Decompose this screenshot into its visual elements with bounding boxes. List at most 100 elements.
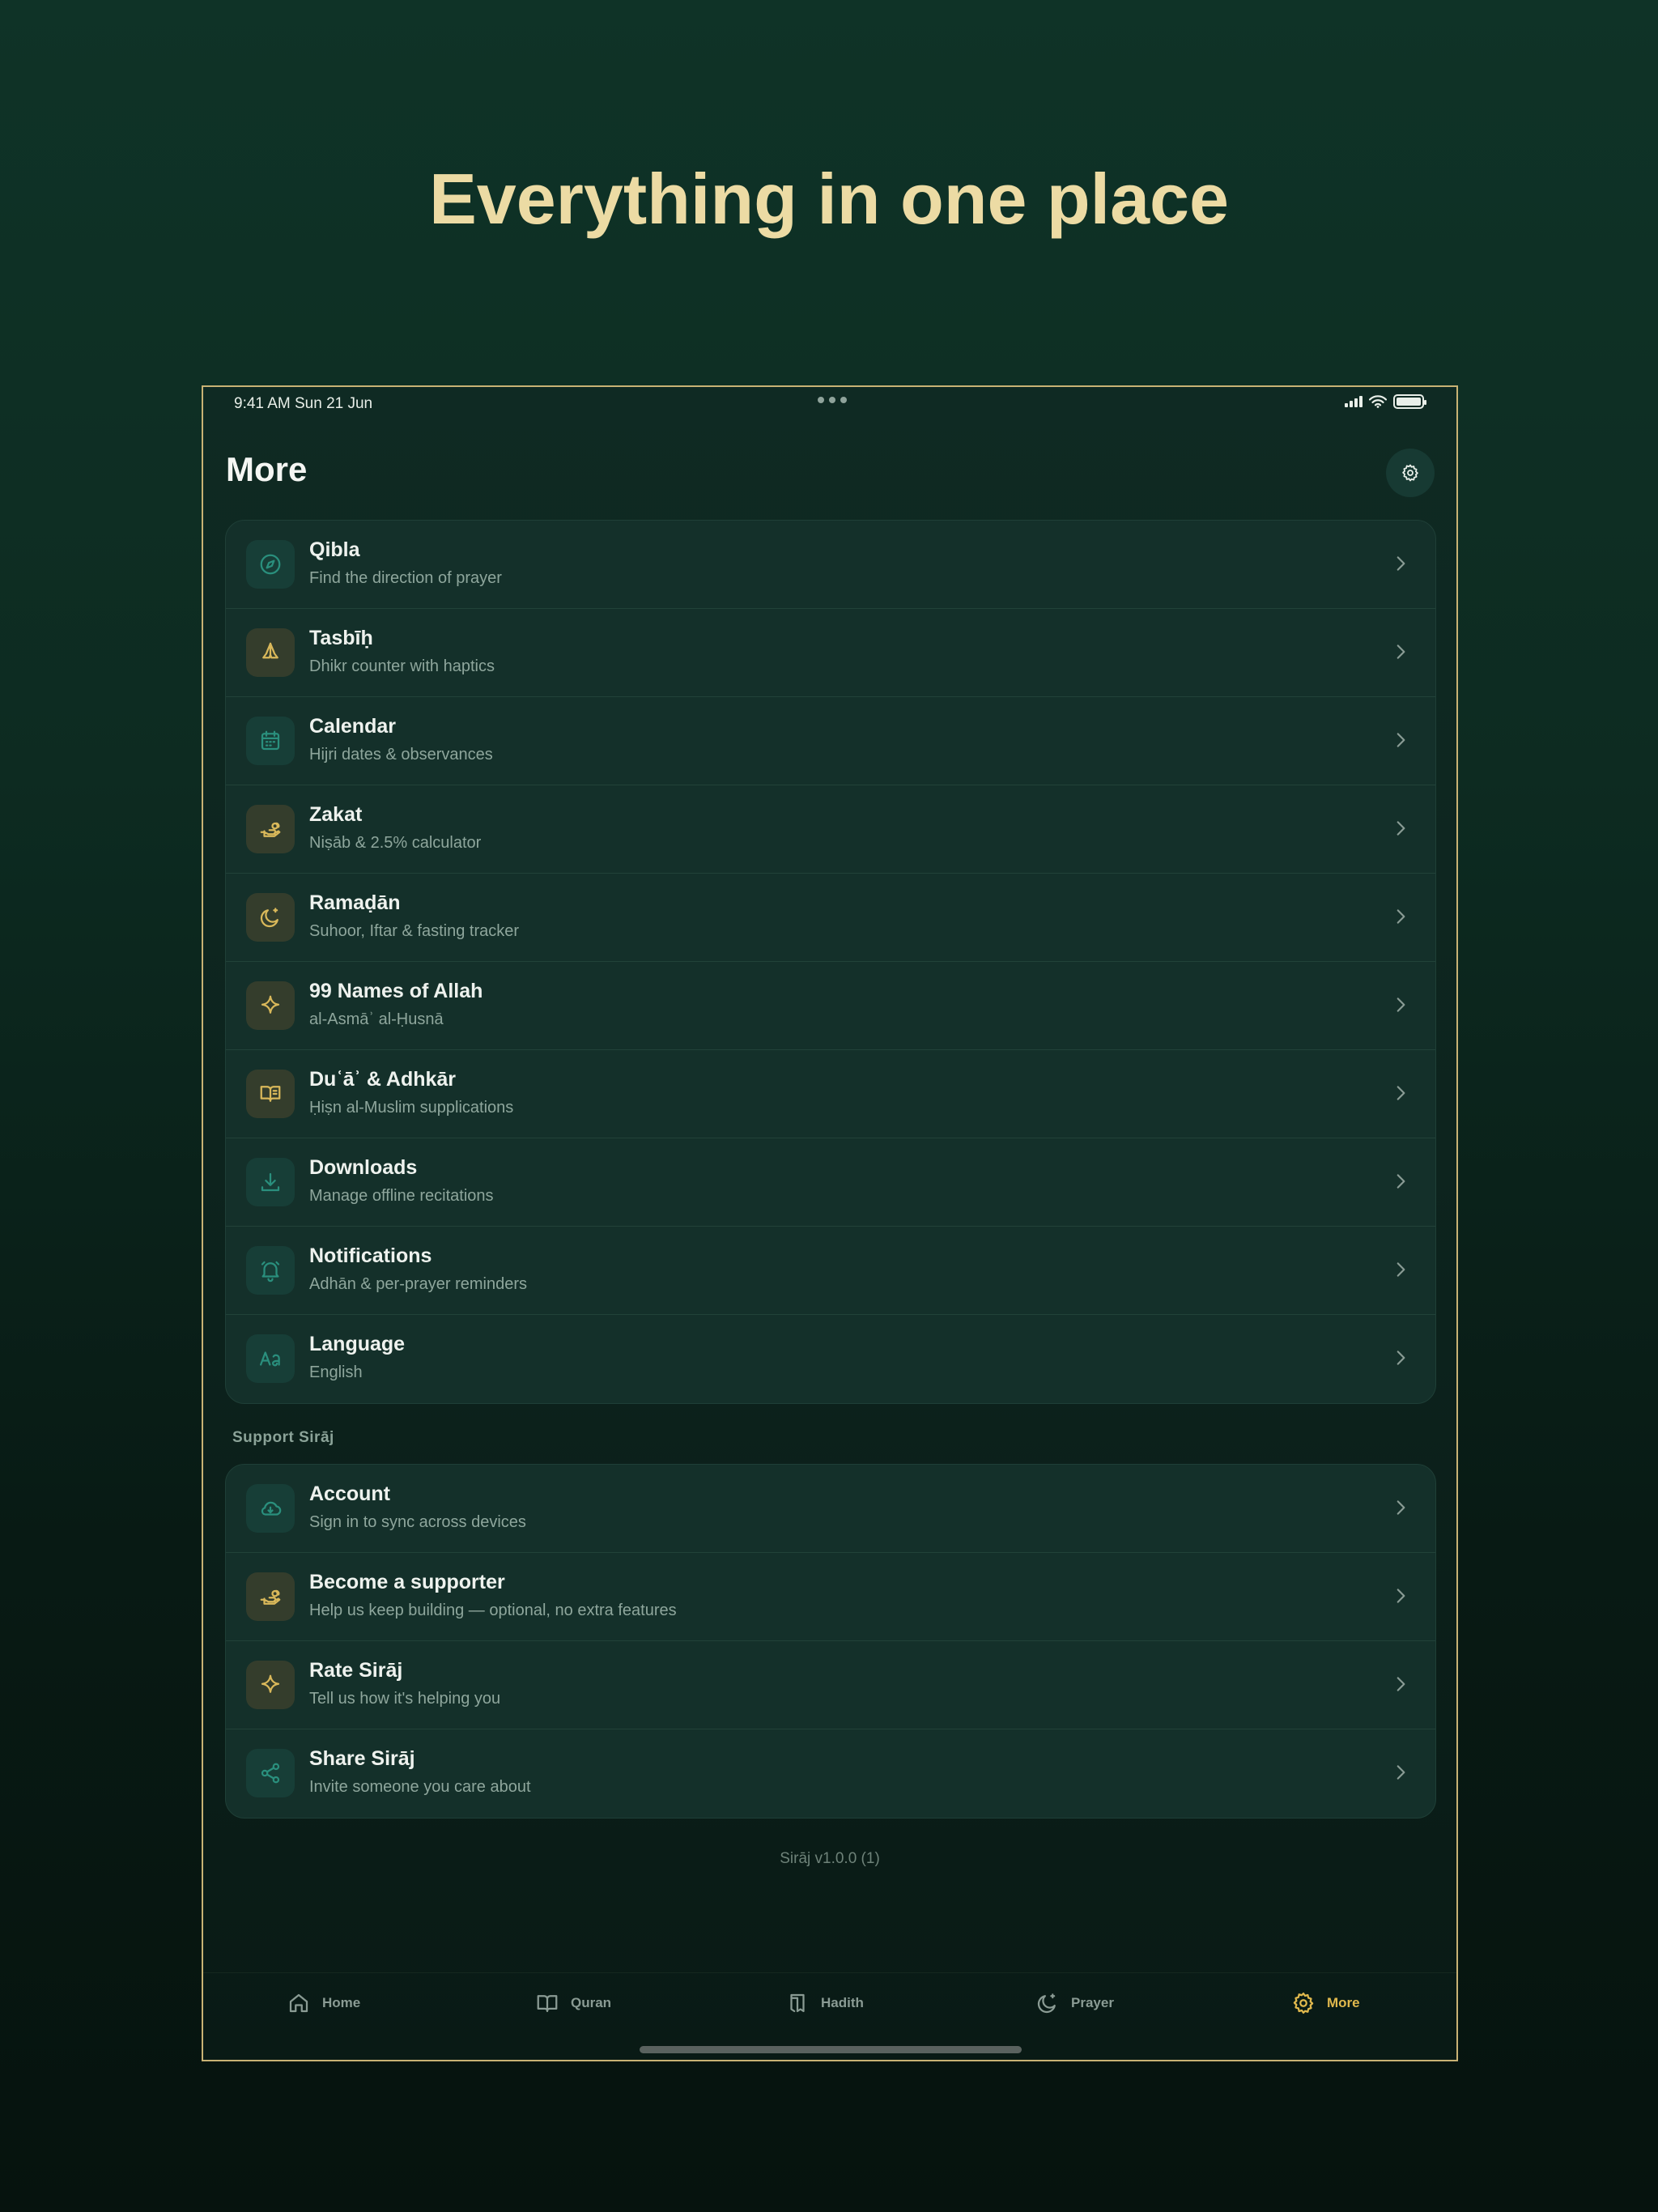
list-item-share[interactable]: Share Sirāj Invite someone you care abou…: [226, 1729, 1435, 1818]
cloud-icon: [261, 1501, 282, 1516]
list-item-99-names[interactable]: 99 Names of Allah al-Asmāʾ al-Ḥusnā: [226, 962, 1435, 1050]
share-icon: [261, 1763, 280, 1784]
list-item-language[interactable]: Language English: [226, 1315, 1435, 1403]
list-item-dua-adhkar[interactable]: Duʿāʾ & Adhkār Ḥiṣn al-Muslim supplicati…: [226, 1050, 1435, 1138]
chevron-right-icon: [1390, 553, 1411, 574]
download-icon: [261, 1172, 280, 1192]
home-icon: [289, 1993, 308, 2013]
tab-label: Prayer: [1071, 1995, 1114, 2010]
list-item-subtitle: Suhoor, Iftar & fasting tracker: [309, 922, 520, 940]
marketing-headline: Everything in one place: [429, 159, 1229, 239]
list-item-subtitle: Sign in to sync across devices: [309, 1513, 526, 1531]
list-item-title: Duʿāʾ & Adhkār: [309, 1068, 457, 1091]
chevron-right-icon: [1390, 994, 1411, 1015]
tab-label: Quran: [571, 1995, 612, 2010]
gear-icon: [1402, 464, 1418, 482]
list-item-subtitle: English: [309, 1363, 363, 1381]
list-item-subtitle: Hijri dates & observances: [309, 746, 493, 764]
list-item-calendar[interactable]: Calendar Hijri dates & observances: [226, 697, 1435, 785]
open-book-icon: [260, 1086, 281, 1102]
chevron-right-icon: [1390, 1083, 1411, 1104]
chevron-right-icon: [1390, 818, 1411, 839]
list-item-title: Become a supporter: [309, 1571, 505, 1593]
list-item-title: Ramaḍān: [309, 891, 401, 914]
list-item-account[interactable]: Account Sign in to sync across devices: [226, 1465, 1435, 1553]
chevron-right-icon: [1390, 1259, 1411, 1280]
list-item-subtitle: Help us keep building — optional, no ext…: [309, 1602, 677, 1619]
wifi-icon: [1369, 395, 1387, 408]
list-item-title: Language: [309, 1333, 406, 1355]
list-item-subtitle: Adhān & per-prayer reminders: [309, 1275, 528, 1293]
list-item-subtitle: Find the direction of prayer: [309, 569, 502, 587]
status-icons: [1345, 394, 1426, 409]
page-title: More: [226, 450, 308, 488]
list-item-title: Qibla: [309, 538, 360, 561]
gear-icon: [1293, 1993, 1314, 2014]
section-header-support: Support Sirāj: [232, 1429, 334, 1446]
support-list: Account Sign in to sync across devices B…: [225, 1464, 1436, 1819]
sparkle-icon: [261, 1674, 280, 1693]
chevron-right-icon: [1390, 1497, 1411, 1518]
chevron-right-icon: [1390, 1674, 1411, 1695]
list-item-subtitle: Ḥiṣn al-Muslim supplications: [309, 1099, 514, 1117]
list-item-ramadan[interactable]: Ramaḍān Suhoor, Iftar & fasting tracker: [226, 874, 1435, 962]
multitasking-dots-icon[interactable]: [818, 397, 847, 403]
features-list: Qibla Find the direction of prayer Tasbī…: [225, 520, 1436, 1404]
list-item-title: Share Sirāj: [309, 1747, 415, 1770]
moon-star-icon: [1037, 1993, 1056, 2014]
tab-more[interactable]: More: [1291, 1991, 1360, 2015]
list-item-zakat[interactable]: Zakat Niṣāb & 2.5% calculator: [226, 785, 1435, 874]
list-item-tasbih[interactable]: Tasbīḥ Dhikr counter with haptics: [226, 609, 1435, 697]
tab-hadith[interactable]: Hadith: [785, 1991, 864, 2015]
list-item-title: Account: [309, 1482, 390, 1505]
list-item-title: Notifications: [309, 1244, 432, 1267]
list-item-rate[interactable]: Rate Sirāj Tell us how it's helping you: [226, 1641, 1435, 1729]
praying-hands-icon: [262, 642, 278, 659]
settings-button[interactable]: [1386, 449, 1435, 497]
list-item-subtitle: Dhikr counter with haptics: [309, 657, 495, 675]
list-item-title: Rate Sirāj: [309, 1659, 403, 1682]
list-item-downloads[interactable]: Downloads Manage offline recitations: [226, 1138, 1435, 1227]
list-item-title: Calendar: [309, 715, 396, 738]
tab-label: Home: [322, 1995, 361, 2010]
status-bar: 9:41 AM Sun 21 Jun: [203, 387, 1456, 421]
status-time-date: 9:41 AM Sun 21 Jun: [234, 395, 373, 412]
giving-hand-icon: [260, 822, 281, 837]
list-item-subtitle: Invite someone you care about: [309, 1778, 531, 1796]
bookmark-book-icon: [790, 1993, 805, 2013]
chevron-right-icon: [1390, 906, 1411, 927]
list-item-title: 99 Names of Allah: [309, 980, 483, 1002]
list-item-become-supporter[interactable]: Become a supporter Help us keep building…: [226, 1553, 1435, 1641]
tab-label: Hadith: [821, 1995, 864, 2010]
sparkle-icon: [261, 995, 280, 1014]
compass-icon: [260, 554, 281, 575]
chevron-right-icon: [1390, 730, 1411, 751]
moon-star-icon: [260, 908, 278, 928]
tab-home[interactable]: Home: [287, 1991, 360, 2015]
list-item-subtitle: Manage offline recitations: [309, 1187, 494, 1205]
chevron-right-icon: [1390, 1762, 1411, 1783]
giving-hand-icon: [260, 1589, 281, 1605]
calendar-icon: [261, 730, 280, 751]
list-item-subtitle: al-Asmāʾ al-Ḥusnā: [309, 1010, 444, 1028]
list-item-subtitle: Niṣāb & 2.5% calculator: [309, 834, 482, 852]
list-item-title: Downloads: [309, 1156, 418, 1179]
list-item-title: Zakat: [309, 803, 363, 826]
book-icon: [537, 1995, 558, 2013]
tab-prayer[interactable]: Prayer: [1035, 1991, 1114, 2015]
home-indicator[interactable]: [640, 2046, 1022, 2053]
chevron-right-icon: [1390, 1171, 1411, 1192]
tab-label: More: [1327, 1995, 1360, 2010]
list-item-subtitle: Tell us how it's helping you: [309, 1690, 501, 1708]
chevron-right-icon: [1390, 1585, 1411, 1606]
chevron-right-icon: [1390, 1347, 1411, 1368]
list-item-notifications[interactable]: Notifications Adhān & per-prayer reminde…: [226, 1227, 1435, 1315]
list-item-title: Tasbīḥ: [309, 627, 373, 649]
device-screen: 9:41 AM Sun 21 Jun More Qibla Find the d…: [202, 385, 1458, 2061]
chevron-right-icon: [1390, 641, 1411, 662]
tab-quran[interactable]: Quran: [535, 1991, 611, 2015]
list-item-qibla[interactable]: Qibla Find the direction of prayer: [226, 521, 1435, 609]
app-version: Sirāj v1.0.0 (1): [780, 1850, 880, 1867]
battery-icon: [1393, 394, 1426, 409]
cellular-signal-icon: [1345, 396, 1363, 407]
